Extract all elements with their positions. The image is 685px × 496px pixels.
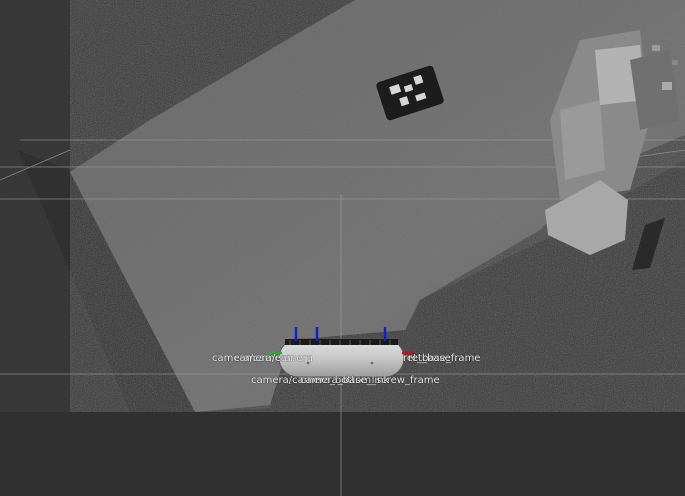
tf-frame-label: ret_base (408, 353, 451, 364)
3d-viewport[interactable]: camera/camera camera/camera ret_base_fra… (0, 0, 685, 496)
tf-frame-label: camera/camera (234, 353, 313, 364)
tf-frame-label: camera_base_link (300, 375, 390, 386)
robot-top-strip (285, 339, 398, 345)
background-void (0, 412, 685, 496)
scene-canvas[interactable] (0, 0, 685, 496)
